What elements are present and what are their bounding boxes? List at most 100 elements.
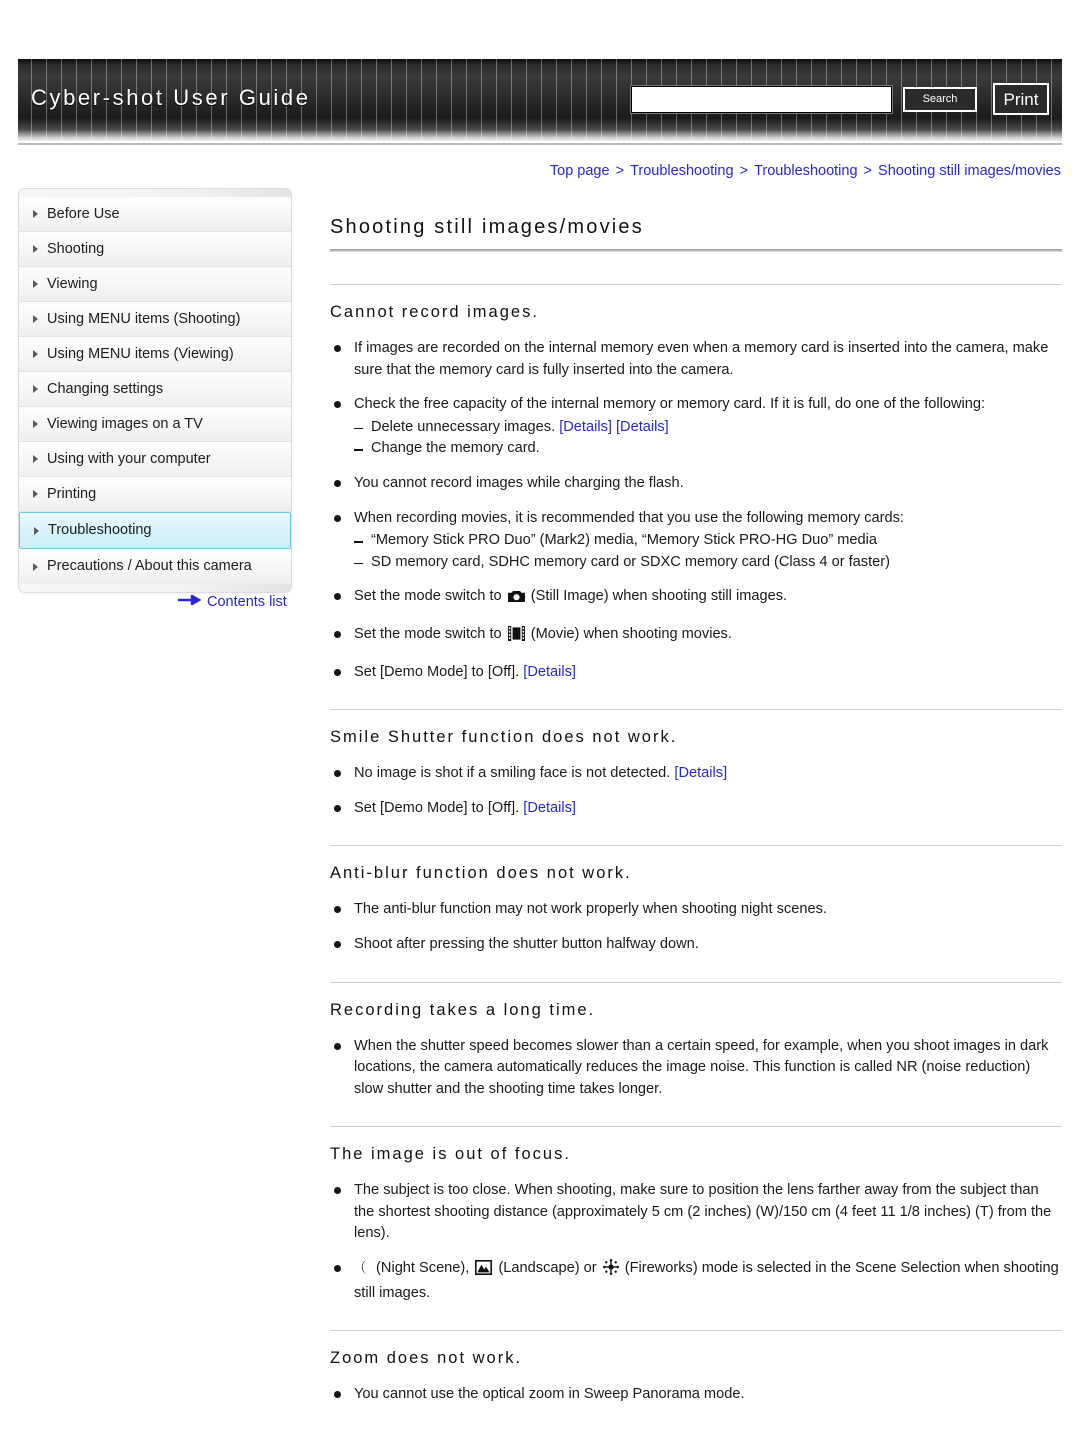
sidebar-nav: Before Use Shooting Viewing Using MENU item… <box>18 188 292 593</box>
chevron-right-icon <box>33 245 38 253</box>
sub-item: “Memory Stick PRO Duo” (Mark2) media, “M… <box>354 530 1062 552</box>
chevron-right-icon <box>33 385 38 393</box>
bullet-item: (Night Scene), (Landscape) or (Fireworks… <box>330 1258 1062 1304</box>
sidebar-item-label: Troubleshooting <box>48 522 152 538</box>
bullet-item: Set the mode switch to (Still Image) whe… <box>330 586 1062 611</box>
site-title: Cyber-shot User Guide <box>31 85 311 110</box>
sidebar-item-viewing[interactable]: Viewing <box>19 267 291 302</box>
chevron-right-icon <box>33 315 38 323</box>
sub-list: “Memory Stick PRO Duo” (Mark2) media, “M… <box>354 530 1062 573</box>
section-divider <box>330 709 1062 711</box>
breadcrumb-item-1[interactable]: Top page <box>550 163 610 179</box>
content-section: Anti-blur function does not work. The ant… <box>330 845 1062 955</box>
search-button[interactable]: Search <box>903 87 977 112</box>
bullet-item: Check the free capacity of the internal … <box>330 394 1062 460</box>
sub-item: SD memory card, SDHC memory card or SDXC… <box>354 552 1062 574</box>
chevron-right-icon <box>33 562 38 571</box>
still-image-icon <box>507 589 525 611</box>
sidebar-item-shooting[interactable]: Shooting <box>19 232 291 267</box>
sidebar-item-label: Printing <box>47 486 97 502</box>
section-title: Smile Shutter function does not work. <box>330 728 678 747</box>
sub-item: Change the memory card. <box>354 438 1062 460</box>
bullet-item: Set [Demo Mode] to [Off]. [Details] <box>330 662 1062 684</box>
sub-list: Delete unnecessary images. [Details] [De… <box>354 417 1062 460</box>
page-title: Shooting still images/movies <box>330 216 644 238</box>
contents-list-label: Contents list <box>207 594 287 610</box>
section-title: Anti-blur function does not work. <box>330 864 632 883</box>
bullet-item: When the shutter speed becomes slower th… <box>330 1036 1062 1101</box>
bullet-item: The subject is too close. When shooting,… <box>330 1180 1062 1245</box>
sidebar-item-before-use[interactable]: Before Use <box>19 197 291 232</box>
search-input[interactable] <box>630 85 893 114</box>
bullet-item: You cannot record images while charging … <box>330 473 1062 495</box>
chevron-right-icon <box>33 490 38 498</box>
sidebar-item-label: Changing settings <box>47 381 164 397</box>
chevron-right-icon <box>33 350 38 358</box>
breadcrumb-item-2[interactable]: Troubleshooting <box>630 163 733 179</box>
sidebar-item-using-menu-items-viewing[interactable]: Using MENU items (Viewing) <box>19 337 291 372</box>
content-section: Zoom does not work. You cannot use the op… <box>330 1330 1062 1406</box>
sidebar-item-troubleshooting[interactable]: Troubleshooting <box>19 512 291 549</box>
details-link[interactable]: [Details] <box>523 800 576 816</box>
details-link[interactable]: [Details] <box>616 419 669 435</box>
night-scene-icon <box>356 1259 370 1283</box>
section-title: Cannot record images. <box>330 303 539 321</box>
bullet-list: If images are recorded on the internal m… <box>330 338 1062 683</box>
section-title: Recording takes a long time. <box>330 1000 596 1019</box>
bullet-item: No image is shot if a smiling face is no… <box>330 763 1062 785</box>
breadcrumb-separator: > <box>611 163 629 179</box>
bullet-list: The anti-blur function may not work prop… <box>330 899 1062 955</box>
bullet-item: You cannot use the optical zoom in Sweep… <box>330 1384 1062 1406</box>
chevron-right-icon <box>33 455 38 463</box>
section-title: The image is out of focus. <box>330 1145 571 1164</box>
details-link[interactable]: [Details] <box>523 664 576 680</box>
content-section: Recording takes a long time. When the shu… <box>330 981 1062 1101</box>
site-header: Cyber-shot User Guide Search Print <box>18 59 1062 149</box>
main-content: Shooting still images/movies Cannot reco… <box>330 216 1062 1432</box>
section-divider <box>330 1126 1062 1128</box>
fireworks-icon <box>602 1259 619 1283</box>
title-divider <box>330 249 1062 252</box>
bullet-item: The anti-blur function may not work prop… <box>330 899 1062 921</box>
print-button[interactable]: Print <box>993 83 1049 115</box>
content-section: Smile Shutter function does not work. No … <box>330 709 1062 819</box>
header-underline <box>18 143 1062 145</box>
sidebar-item-precautions-about-this-camera[interactable]: Precautions / About this camera <box>19 549 291 584</box>
breadcrumb: Top page > Troubleshooting > Troubleshoo… <box>550 163 1061 179</box>
sidebar-item-label: Before Use <box>47 206 120 222</box>
breadcrumb-item-4[interactable]: Shooting still images/movies <box>878 163 1061 179</box>
bullet-item: If images are recorded on the internal m… <box>330 338 1062 381</box>
content-section: Cannot record images. If images are recor… <box>330 284 1062 683</box>
sidebar-item-changing-settings[interactable]: Changing settings <box>19 372 291 407</box>
chevron-right-icon <box>33 210 38 218</box>
sidebar-item-label: Viewing <box>47 276 98 292</box>
bullet-list: When the shutter speed becomes slower th… <box>330 1036 1062 1101</box>
sidebar-item-printing[interactable]: Printing <box>19 477 291 512</box>
details-link[interactable]: [Details] <box>559 419 612 435</box>
section-divider <box>330 284 1062 285</box>
sidebar-item-label: Using MENU items (Shooting) <box>47 311 241 327</box>
breadcrumb-separator: > <box>735 163 753 179</box>
arrow-right-icon <box>178 593 202 609</box>
sidebar-item-using-with-your-computer[interactable]: Using with your computer <box>19 442 291 477</box>
section-title: Zoom does not work. <box>330 1349 523 1368</box>
sidebar-item-viewing-images-on-a-tv[interactable]: Viewing images on a TV <box>19 407 291 442</box>
contents-list-link[interactable]: Contents list <box>178 594 287 610</box>
sub-item: Delete unnecessary images. [Details] [De… <box>354 417 1062 439</box>
section-divider <box>330 1330 1062 1332</box>
sidebar-item-label: Viewing images on a TV <box>47 416 203 432</box>
breadcrumb-item-3[interactable]: Troubleshooting <box>754 163 857 179</box>
content-section: The image is out of focus. The subject is… <box>330 1126 1062 1304</box>
bullet-item: Set the mode switch to (Movie) when shoo… <box>330 624 1062 649</box>
bullet-item: Set [Demo Mode] to [Off]. [Details] <box>330 798 1062 820</box>
sidebar-item-label: Shooting <box>47 241 105 257</box>
section-divider <box>330 981 1062 983</box>
details-link[interactable]: [Details] <box>674 765 727 781</box>
bullet-list: The subject is too close. When shooting,… <box>330 1180 1062 1304</box>
sidebar-item-using-menu-items-shooting[interactable]: Using MENU items (Shooting) <box>19 302 291 337</box>
sidebar-item-label: Using MENU items (Viewing) <box>47 346 234 362</box>
sidebar-item-label: Using with your computer <box>47 451 211 467</box>
bullet-item: When recording movies, it is recommended… <box>330 508 1062 574</box>
sidebar-item-label: Precautions / About this camera <box>47 558 252 574</box>
breadcrumb-separator: > <box>859 163 877 179</box>
